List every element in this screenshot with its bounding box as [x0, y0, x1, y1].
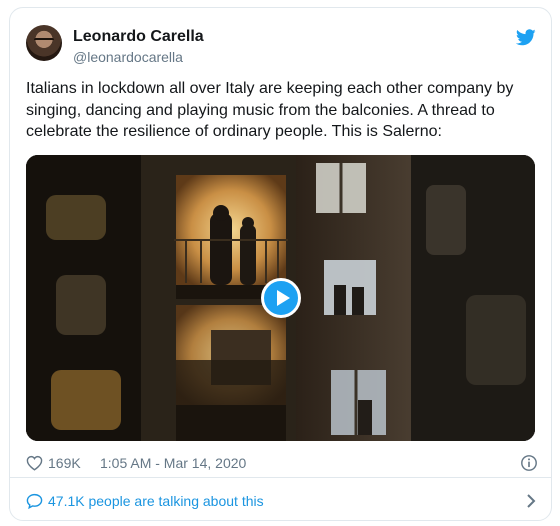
tweet-text: Italians in lockdown all over Italy are …: [26, 80, 514, 140]
tweet-meta: 169K 1:05 AM - Mar 14, 2020: [26, 454, 538, 474]
twitter-bird-icon[interactable]: [516, 29, 536, 46]
video-player[interactable]: [26, 155, 535, 441]
author-handle[interactable]: @leonardocarella: [73, 49, 183, 65]
tweet-card[interactable]: Leonardo Carella @leonardocarella Italia…: [9, 7, 552, 521]
divider: [10, 477, 551, 478]
conversation-link[interactable]: 47.1K people are talking about this: [26, 491, 538, 511]
avatar[interactable]: [26, 25, 62, 61]
speech-bubble-icon: [26, 493, 43, 509]
tweet-header: Leonardo Carella @leonardocarella: [26, 25, 536, 69]
play-button[interactable]: [261, 278, 301, 318]
info-icon[interactable]: [520, 454, 538, 472]
conversation-label: 47.1K people are talking about this: [48, 493, 264, 509]
author-name[interactable]: Leonardo Carella: [73, 28, 204, 46]
like-count[interactable]: 169K: [48, 455, 81, 471]
timestamp[interactable]: 1:05 AM - Mar 14, 2020: [100, 455, 246, 471]
chevron-right-icon: [527, 494, 536, 508]
heart-icon[interactable]: [26, 455, 43, 471]
